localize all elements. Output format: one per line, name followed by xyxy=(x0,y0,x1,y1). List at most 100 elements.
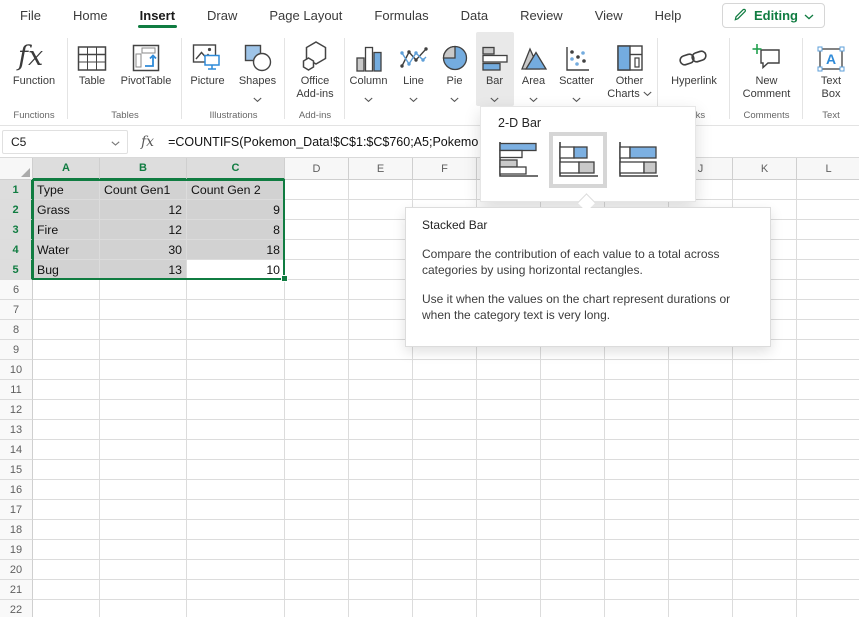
cell-C17[interactable] xyxy=(187,500,285,520)
cell-D19[interactable] xyxy=(285,540,349,560)
cell-I13[interactable] xyxy=(605,420,669,440)
cell-B10[interactable] xyxy=(100,360,187,380)
cell-D13[interactable] xyxy=(285,420,349,440)
cell-E8[interactable] xyxy=(349,320,413,340)
cell-B13[interactable] xyxy=(100,420,187,440)
cell-F18[interactable] xyxy=(413,520,477,540)
row-header-2[interactable]: 2 xyxy=(0,200,33,220)
cell-E9[interactable] xyxy=(349,340,413,360)
cell-B5[interactable]: 13 xyxy=(100,260,187,280)
cell-E4[interactable] xyxy=(349,240,413,260)
cell-B8[interactable] xyxy=(100,320,187,340)
cell-I12[interactable] xyxy=(605,400,669,420)
cell-F1[interactable] xyxy=(413,180,477,200)
cell-A16[interactable] xyxy=(33,480,100,500)
cell-J20[interactable] xyxy=(669,560,733,580)
cell-H10[interactable] xyxy=(541,360,605,380)
ribbon-line-button[interactable]: Line xyxy=(394,32,434,106)
ribbon-function-button[interactable]: fxFunction xyxy=(5,32,63,106)
cell-J14[interactable] xyxy=(669,440,733,460)
cell-L8[interactable] xyxy=(797,320,859,340)
cell-K14[interactable] xyxy=(733,440,797,460)
cell-C18[interactable] xyxy=(187,520,285,540)
cell-G17[interactable] xyxy=(477,500,541,520)
cell-L3[interactable] xyxy=(797,220,859,240)
cell-B18[interactable] xyxy=(100,520,187,540)
cell-G19[interactable] xyxy=(477,540,541,560)
cell-C2[interactable]: 9 xyxy=(187,200,285,220)
cell-B3[interactable]: 12 xyxy=(100,220,187,240)
row-header-13[interactable]: 13 xyxy=(0,420,33,440)
menu-tab-home[interactable]: Home xyxy=(73,0,108,30)
cell-D3[interactable] xyxy=(285,220,349,240)
cell-K16[interactable] xyxy=(733,480,797,500)
cell-J16[interactable] xyxy=(669,480,733,500)
col-header-C[interactable]: C xyxy=(187,158,285,180)
cell-D17[interactable] xyxy=(285,500,349,520)
cell-C5[interactable]: 10 xyxy=(187,260,285,280)
cell-A11[interactable] xyxy=(33,380,100,400)
cell-H19[interactable] xyxy=(541,540,605,560)
ribbon-hyperlink-button[interactable]: Hyperlink xyxy=(661,32,727,106)
cell-G16[interactable] xyxy=(477,480,541,500)
row-header-9[interactable]: 9 xyxy=(0,340,33,360)
cell-D15[interactable] xyxy=(285,460,349,480)
row-header-11[interactable]: 11 xyxy=(0,380,33,400)
cell-D14[interactable] xyxy=(285,440,349,460)
cell-L14[interactable] xyxy=(797,440,859,460)
cell-K15[interactable] xyxy=(733,460,797,480)
editing-mode-button[interactable]: Editing xyxy=(722,3,825,28)
name-box[interactable]: C5 xyxy=(2,130,128,154)
cell-C8[interactable] xyxy=(187,320,285,340)
cell-C6[interactable] xyxy=(187,280,285,300)
cell-F17[interactable] xyxy=(413,500,477,520)
ribbon-column-button[interactable]: Column xyxy=(346,32,392,106)
cell-B15[interactable] xyxy=(100,460,187,480)
formula-input[interactable]: =COUNTIFS(Pokemon_Data!$C$1:$C$760;A5;Po… xyxy=(168,135,484,149)
cell-D4[interactable] xyxy=(285,240,349,260)
cell-D22[interactable] xyxy=(285,600,349,617)
cell-A13[interactable] xyxy=(33,420,100,440)
ribbon-area-button[interactable]: Area xyxy=(516,32,552,106)
cell-E10[interactable] xyxy=(349,360,413,380)
menu-tab-help[interactable]: Help xyxy=(655,0,682,30)
cell-G12[interactable] xyxy=(477,400,541,420)
row-header-7[interactable]: 7 xyxy=(0,300,33,320)
row-header-18[interactable]: 18 xyxy=(0,520,33,540)
row-header-6[interactable]: 6 xyxy=(0,280,33,300)
row-header-1[interactable]: 1 xyxy=(0,180,33,200)
cell-E18[interactable] xyxy=(349,520,413,540)
cell-L11[interactable] xyxy=(797,380,859,400)
ribbon-other-charts-button[interactable]: Other Charts xyxy=(602,32,658,106)
cell-D6[interactable] xyxy=(285,280,349,300)
cell-A10[interactable] xyxy=(33,360,100,380)
cell-A20[interactable] xyxy=(33,560,100,580)
cell-K10[interactable] xyxy=(733,360,797,380)
cell-J19[interactable] xyxy=(669,540,733,560)
cell-A22[interactable] xyxy=(33,600,100,617)
row-header-5[interactable]: 5 xyxy=(0,260,33,280)
cell-E21[interactable] xyxy=(349,580,413,600)
cell-L19[interactable] xyxy=(797,540,859,560)
cell-J12[interactable] xyxy=(669,400,733,420)
ribbon-pie-button[interactable]: Pie xyxy=(436,32,474,106)
cell-L13[interactable] xyxy=(797,420,859,440)
cell-I15[interactable] xyxy=(605,460,669,480)
row-header-17[interactable]: 17 xyxy=(0,500,33,520)
cell-B20[interactable] xyxy=(100,560,187,580)
cell-A18[interactable] xyxy=(33,520,100,540)
cell-A9[interactable] xyxy=(33,340,100,360)
cell-B22[interactable] xyxy=(100,600,187,617)
menu-tab-data[interactable]: Data xyxy=(461,0,488,30)
cell-G20[interactable] xyxy=(477,560,541,580)
cell-A6[interactable] xyxy=(33,280,100,300)
ribbon-scatter-button[interactable]: Scatter xyxy=(554,32,600,106)
cell-A7[interactable] xyxy=(33,300,100,320)
row-header-15[interactable]: 15 xyxy=(0,460,33,480)
cell-D18[interactable] xyxy=(285,520,349,540)
cell-H17[interactable] xyxy=(541,500,605,520)
cell-F11[interactable] xyxy=(413,380,477,400)
ribbon-text-box-button[interactable]: AText Box xyxy=(811,32,851,106)
cell-D7[interactable] xyxy=(285,300,349,320)
menu-tab-page-layout[interactable]: Page Layout xyxy=(269,0,342,30)
